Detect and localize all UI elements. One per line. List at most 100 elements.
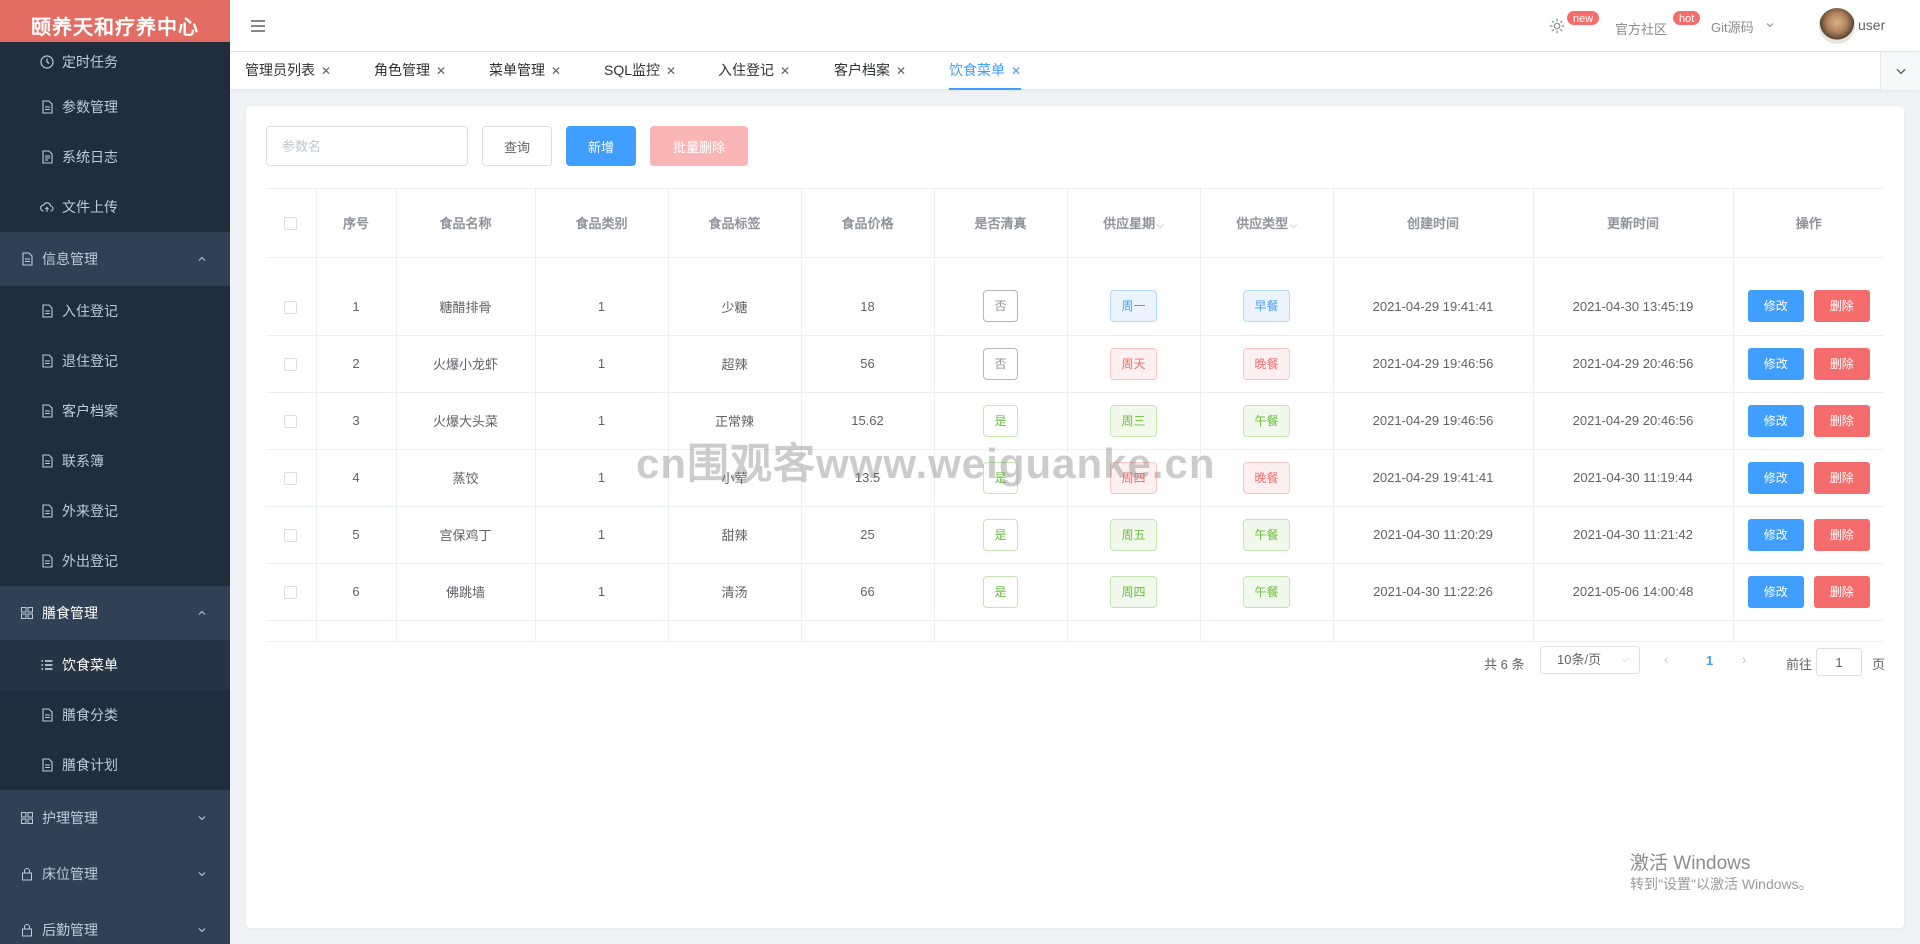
column-header: 操作 xyxy=(1733,189,1884,258)
chevron-down-icon xyxy=(198,872,206,877)
main-card: 查询 新增 批量删除 序号 食品名称 食品类别 食品标签 食品价格 是否清真 供… xyxy=(246,106,1904,928)
sidebar-item-params[interactable]: 参数管理 xyxy=(0,82,230,132)
sidebar-item-label: 入住登记 xyxy=(62,303,118,319)
row-checkbox[interactable] xyxy=(266,449,317,507)
chevron-down-icon[interactable] xyxy=(1764,19,1776,31)
sidebar-item-customer-files[interactable]: 客户档案 xyxy=(0,386,230,436)
sidebar: 颐养天和疗养中心 定时任务 参数管理 系统日志 文件上传 信息管理 入住登记 退… xyxy=(0,0,230,944)
avatar[interactable] xyxy=(1819,8,1855,44)
close-icon[interactable]: ✕ xyxy=(666,64,676,78)
cell-created: 2021-04-29 19:41:41 xyxy=(1333,278,1534,336)
sidebar-group-bed-management[interactable]: 床位管理 xyxy=(0,846,230,902)
sidebar-item-contacts[interactable]: 联系簿 xyxy=(0,436,230,486)
column-header: 食品名称 xyxy=(396,189,536,258)
select-all-checkbox[interactable] xyxy=(266,189,317,258)
tab-menu-management[interactable]: 菜单管理 ✕ xyxy=(489,52,561,90)
meal-type-tag: 晚餐 xyxy=(1243,461,1290,494)
row-checkbox[interactable] xyxy=(266,506,317,564)
tab-diet-menu[interactable]: 饮食菜单 ✕ xyxy=(949,52,1022,90)
close-icon[interactable]: ✕ xyxy=(1011,64,1021,78)
cell-tag: 超辣 xyxy=(668,335,802,393)
cell-updated: 2021-04-30 11:21:42 xyxy=(1533,506,1734,564)
community-link[interactable]: 官方社区 xyxy=(1615,19,1667,38)
close-icon[interactable]: ✕ xyxy=(551,64,561,78)
sidebar-item-outing-registration[interactable]: 外出登记 xyxy=(0,536,230,586)
edit-button[interactable]: 修改 xyxy=(1747,404,1804,437)
batch-delete-button[interactable]: 批量删除 xyxy=(650,126,748,166)
search-input[interactable] xyxy=(266,126,468,166)
cell-name: 火爆大头菜 xyxy=(396,392,536,450)
edit-button[interactable]: 修改 xyxy=(1747,347,1804,380)
sidebar-item-system-log[interactable]: 系统日志 xyxy=(0,132,230,182)
delete-button[interactable]: 删除 xyxy=(1813,347,1870,380)
cell-actions: 修改 删除 xyxy=(1733,335,1884,393)
row-checkbox[interactable] xyxy=(266,392,317,450)
close-icon[interactable]: ✕ xyxy=(436,64,446,78)
column-header-sortable[interactable]: 供应类型 ⌵ xyxy=(1200,189,1334,258)
sidebar-item-visitor-registration[interactable]: 外来登记 xyxy=(0,486,230,536)
edit-button[interactable]: 修改 xyxy=(1747,518,1804,551)
weekday-tag: 周五 xyxy=(1110,518,1157,551)
row-checkbox[interactable] xyxy=(266,278,317,336)
page-size-value: 10条/页 xyxy=(1557,652,1602,667)
git-source-menu[interactable]: Git源码 xyxy=(1711,17,1754,36)
page-size-select[interactable]: 10条/页 ⌵ xyxy=(1540,646,1640,674)
cell-price: 13.5 xyxy=(801,449,935,507)
query-button[interactable]: 查询 xyxy=(482,126,552,166)
delete-button[interactable]: 删除 xyxy=(1813,575,1870,608)
cell-updated: 2021-04-29 20:46:56 xyxy=(1533,335,1734,393)
cell-weekday: 周天 xyxy=(1067,335,1201,393)
edit-button[interactable]: 修改 xyxy=(1747,461,1804,494)
close-icon[interactable]: ✕ xyxy=(321,64,331,78)
sidebar-item-label: 定时任务 xyxy=(62,54,118,70)
column-header-sortable[interactable]: 供应星期 ⌵ xyxy=(1067,189,1201,258)
add-button[interactable]: 新增 xyxy=(566,126,636,166)
username[interactable]: user xyxy=(1858,17,1885,33)
tab-role-management[interactable]: 角色管理 ✕ xyxy=(374,52,446,90)
page-number[interactable]: 1 xyxy=(1706,653,1713,668)
tab-check-in[interactable]: 入住登记 ✕ xyxy=(718,52,790,90)
list-icon xyxy=(40,658,54,672)
sidebar-item-diet-menu[interactable]: 饮食菜单 xyxy=(0,640,230,690)
edit-button[interactable]: 修改 xyxy=(1747,290,1804,323)
table-row: 2 火爆小龙虾 1 超辣 56 否 周天 晚餐 2021-04-29 19:46… xyxy=(266,335,1884,393)
column-header: 食品标签 xyxy=(668,189,802,258)
halal-tag: 否 xyxy=(983,290,1018,323)
tab-customer-files[interactable]: 客户档案 ✕ xyxy=(834,52,906,90)
tabs-dropdown-button[interactable] xyxy=(1880,52,1920,90)
sidebar-item-check-out[interactable]: 退住登记 xyxy=(0,336,230,386)
sidebar-item-meal-category[interactable]: 膳食分类 xyxy=(0,690,230,740)
goto-page-input[interactable] xyxy=(1816,648,1862,676)
delete-button[interactable]: 删除 xyxy=(1813,290,1870,323)
edit-button[interactable]: 修改 xyxy=(1747,575,1804,608)
row-checkbox[interactable] xyxy=(266,335,317,393)
document-icon xyxy=(40,758,54,772)
sidebar-group-nursing-management[interactable]: 护理管理 xyxy=(0,790,230,846)
sidebar-group-meal-management[interactable]: 膳食管理 xyxy=(0,586,230,640)
cell-price: 18 xyxy=(801,278,935,336)
row-checkbox[interactable] xyxy=(266,563,317,621)
cell-updated: 2021-04-30 11:19:44 xyxy=(1533,449,1734,507)
prev-page-icon[interactable]: ‹ xyxy=(1664,652,1668,667)
sidebar-item-check-in[interactable]: 入住登记 xyxy=(0,286,230,336)
cell-tag: 清汤 xyxy=(668,563,802,621)
settings-gear-icon[interactable] xyxy=(1548,17,1566,35)
close-icon[interactable]: ✕ xyxy=(896,64,906,78)
sidebar-item-scheduled-tasks[interactable]: 定时任务 xyxy=(0,42,230,82)
column-header-label: 供应类型 xyxy=(1236,216,1289,232)
sidebar-item-file-upload[interactable]: 文件上传 xyxy=(0,182,230,232)
delete-button[interactable]: 删除 xyxy=(1813,404,1870,437)
sidebar-group-logistics-management[interactable]: 后勤管理 xyxy=(0,902,230,944)
delete-button[interactable]: 删除 xyxy=(1813,518,1870,551)
close-icon[interactable]: ✕ xyxy=(780,64,790,78)
hamburger-icon[interactable] xyxy=(248,16,268,36)
sidebar-item-meal-plan[interactable]: 膳食计划 xyxy=(0,740,230,790)
cell-tag: 小荤 xyxy=(668,449,802,507)
next-page-icon[interactable]: › xyxy=(1742,652,1746,667)
delete-button[interactable]: 删除 xyxy=(1813,461,1870,494)
tab-sql-monitor[interactable]: SQL监控 ✕ xyxy=(604,52,676,90)
tab-admin-list[interactable]: 管理员列表 ✕ xyxy=(245,52,331,90)
cell-actions: 修改 删除 xyxy=(1733,278,1884,336)
column-header: 食品价格 xyxy=(801,189,935,258)
sidebar-group-info-management[interactable]: 信息管理 xyxy=(0,232,230,286)
